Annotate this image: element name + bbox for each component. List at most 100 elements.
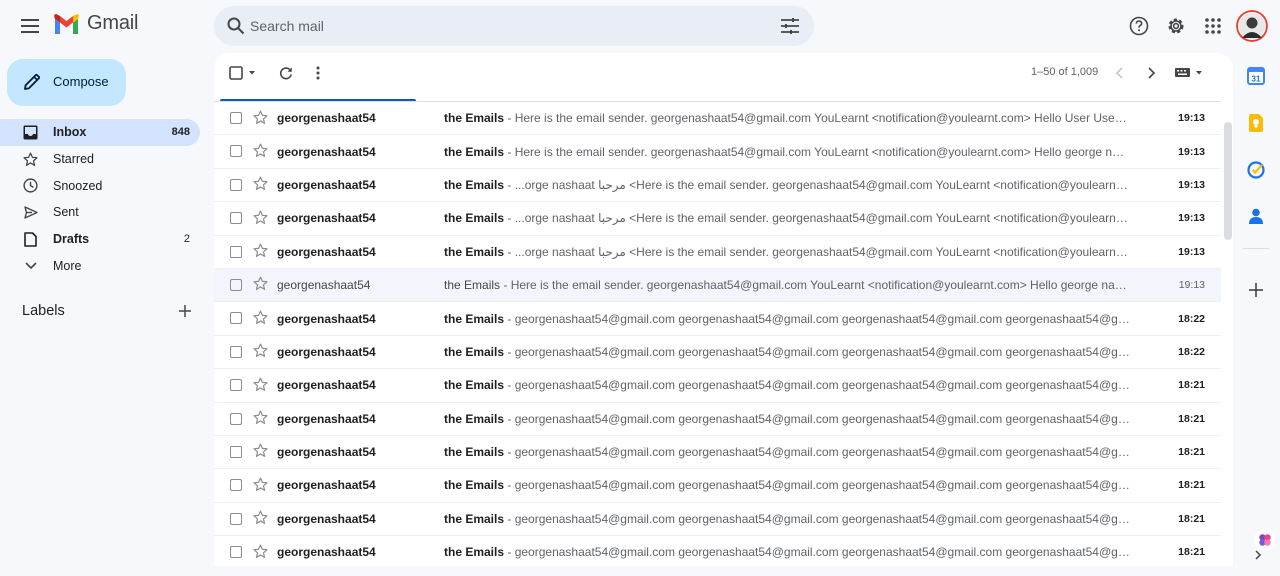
email-row[interactable]: georgenashaat54 the Emails - Here is the… [214, 268, 1221, 303]
contacts-app-button[interactable] [1246, 206, 1266, 226]
checkbox-icon [229, 66, 255, 80]
newer-button[interactable] [1112, 63, 1126, 83]
row-checkbox[interactable] [230, 178, 242, 191]
email-row[interactable]: georgenashaat54 the Emails - georgenasha… [214, 536, 1221, 566]
star-toggle-icon[interactable] [252, 109, 268, 125]
row-checkbox[interactable] [230, 512, 242, 525]
gemini-brain-icon [1259, 534, 1271, 546]
row-checkbox[interactable] [230, 145, 242, 158]
keep-app-button[interactable] [1246, 113, 1266, 133]
show-side-panel-button[interactable] [1252, 548, 1264, 562]
email-row[interactable]: georgenashaat54 the Emails - georgenasha… [214, 369, 1221, 403]
star-toggle-icon[interactable] [252, 276, 268, 292]
plus-icon [179, 305, 191, 317]
row-checkbox[interactable] [230, 278, 242, 291]
email-row[interactable]: georgenashaat54 the Emails - georgenasha… [214, 435, 1221, 470]
main-menu-button[interactable] [14, 10, 46, 42]
email-row[interactable]: georgenashaat54 the Emails - ...orge nas… [214, 168, 1221, 203]
star-toggle-icon[interactable] [252, 376, 268, 392]
sidebar-item-snoozed[interactable]: Snoozed [0, 172, 200, 199]
calendar-icon: 31 [1247, 67, 1265, 85]
email-preview: the Emails - georgenashaat54@gmail.com g… [444, 312, 1130, 326]
email-snippet: georgenashaat54@gmail.com georgenashaat5… [514, 311, 1130, 326]
email-row[interactable]: georgenashaat54 the Emails - georgenasha… [214, 335, 1221, 370]
refresh-button[interactable] [276, 63, 296, 83]
compose-label: Compose [53, 74, 109, 89]
email-row[interactable]: georgenashaat54 the Emails - georgenasha… [214, 502, 1221, 537]
sidebar-item-drafts[interactable]: Drafts 2 [0, 226, 200, 253]
input-tools-button[interactable] [1173, 63, 1205, 83]
search-bar[interactable] [214, 6, 814, 46]
star-toggle-icon[interactable] [252, 410, 268, 426]
row-checkbox[interactable] [230, 112, 242, 124]
star-toggle-icon[interactable] [252, 243, 268, 259]
star-toggle-icon[interactable] [252, 209, 268, 225]
get-addons-button[interactable] [1246, 280, 1266, 300]
email-sender: georgenashaat54 [277, 411, 376, 426]
sidebar-item-starred[interactable]: Starred [0, 146, 200, 173]
row-checkbox[interactable] [230, 445, 242, 458]
row-checkbox[interactable] [230, 212, 242, 225]
email-snippet: georgenashaat54@gmail.com georgenashaat5… [514, 545, 1130, 560]
select-all-checkbox[interactable] [228, 63, 260, 83]
star-toggle-icon[interactable] [252, 543, 268, 559]
compose-button[interactable]: Compose [7, 59, 126, 106]
sidebar-item-inbox[interactable]: Inbox 848 [0, 119, 200, 146]
star-toggle-icon[interactable] [252, 510, 268, 526]
calendar-app-button[interactable]: 31 [1246, 66, 1266, 86]
account-avatar[interactable] [1236, 10, 1268, 42]
tasks-app-button[interactable] [1246, 160, 1266, 180]
email-time: 19:13 [1178, 112, 1205, 125]
filter-options-icon [781, 18, 799, 34]
email-row[interactable]: georgenashaat54 the Emails - georgenasha… [214, 402, 1221, 436]
sidebar-item-label: Inbox [53, 125, 87, 140]
email-sender: georgenashaat54 [277, 278, 371, 293]
email-row[interactable]: georgenashaat54 the Emails - ...orge nas… [214, 202, 1221, 236]
sidebar-item-sent[interactable]: Sent [0, 199, 200, 226]
star-toggle-icon[interactable] [252, 476, 268, 492]
scrollbar-thumb[interactable] [1224, 122, 1232, 240]
sidebar-item-label: More [53, 258, 82, 273]
email-list: georgenashaat54 the Emails - Here is the… [214, 102, 1221, 566]
row-checkbox[interactable] [230, 245, 242, 258]
search-options-button[interactable] [778, 14, 802, 38]
email-row[interactable]: georgenashaat54 the Emails - ...orge nas… [214, 235, 1221, 269]
sidebar-item-more[interactable]: More [0, 252, 200, 279]
email-time: 19:13 [1178, 145, 1205, 158]
settings-button[interactable] [1164, 14, 1188, 38]
row-checkbox[interactable] [230, 479, 242, 492]
row-checkbox[interactable] [230, 412, 242, 425]
star-toggle-icon[interactable] [252, 309, 268, 325]
row-checkbox[interactable] [230, 546, 242, 559]
older-button[interactable] [1145, 63, 1159, 83]
row-checkbox[interactable] [230, 379, 242, 392]
more-actions-button[interactable] [310, 63, 326, 83]
sidebar-nav: Inbox 848 Starred Snoozed Sent Drafts 2 … [0, 119, 210, 279]
star-toggle-icon[interactable] [252, 142, 268, 158]
email-row[interactable]: georgenashaat54 the Emails - Here is the… [214, 102, 1221, 136]
row-checkbox[interactable] [230, 312, 242, 325]
send-icon [22, 204, 39, 221]
search-input[interactable] [250, 6, 770, 46]
star-toggle-icon[interactable] [252, 443, 268, 459]
inbox-icon [22, 124, 39, 141]
create-label-button[interactable] [176, 302, 194, 320]
support-button[interactable] [1127, 14, 1151, 38]
gmail-logo[interactable]: Gmail [53, 12, 138, 35]
star-toggle-icon[interactable] [252, 176, 268, 192]
email-subject: the Emails [444, 344, 505, 359]
star-toggle-icon[interactable] [252, 343, 268, 359]
row-checkbox[interactable] [230, 345, 242, 358]
email-subject: the Emails [444, 378, 505, 393]
svg-text:31: 31 [1252, 75, 1261, 84]
google-apps-button[interactable] [1201, 14, 1225, 38]
email-row[interactable]: georgenashaat54 the Emails - georgenasha… [214, 302, 1221, 336]
email-subject: the Emails [444, 311, 505, 326]
search-button[interactable] [224, 14, 248, 38]
email-row[interactable]: georgenashaat54 the Emails - Here is the… [214, 135, 1221, 169]
email-snippet: georgenashaat54@gmail.com georgenashaat5… [514, 445, 1130, 460]
email-row[interactable]: georgenashaat54 the Emails - georgenasha… [214, 469, 1221, 503]
email-subject: the Emails [444, 511, 505, 526]
email-time: 18:21 [1178, 379, 1205, 392]
email-subject: the Emails [444, 445, 505, 460]
